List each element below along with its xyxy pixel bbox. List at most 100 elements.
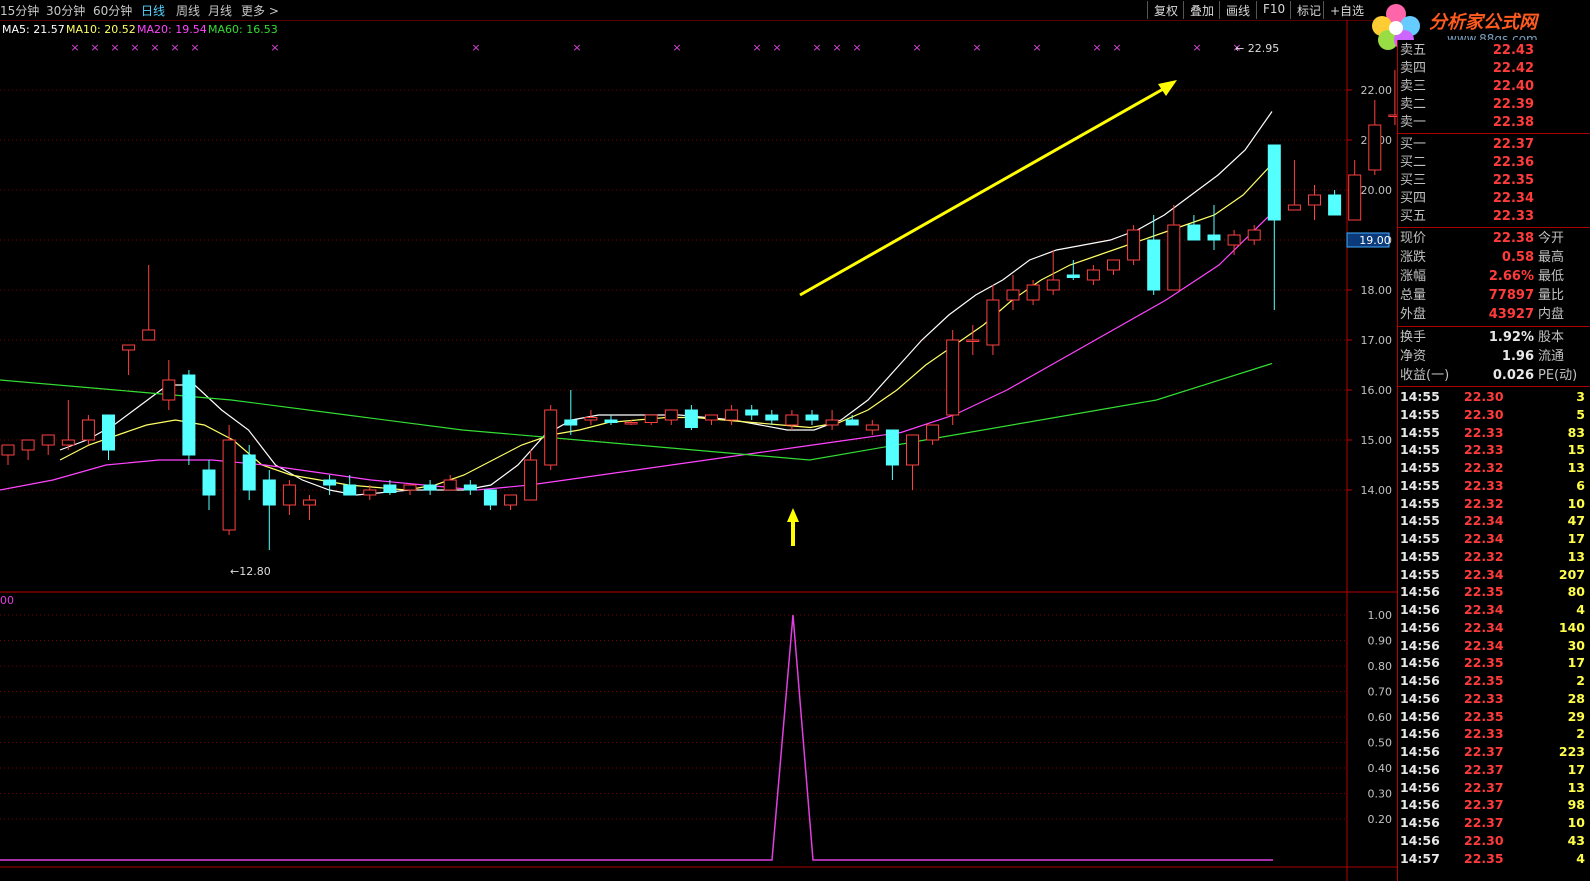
tick-time: 14:56: [1400, 744, 1440, 759]
candle-body: [303, 499, 316, 506]
period-tab-3[interactable]: 日线: [141, 2, 165, 19]
stat-label: 收益(一): [1400, 368, 1450, 383]
tick-volume: 43: [1567, 832, 1585, 848]
tick-price: 22.35: [1464, 584, 1504, 600]
tick-time: 14:56: [1400, 690, 1440, 706]
candle-body: [403, 484, 417, 491]
sub-y-tick-label: 0.80: [1368, 660, 1393, 673]
ask-label: 卖五: [1400, 43, 1427, 58]
toolbar-button-0[interactable]: 复权: [1147, 1, 1184, 19]
stat-value: 1.92%: [1488, 330, 1534, 345]
tick-price: 22.34: [1464, 513, 1504, 529]
toolbar-button-3[interactable]: F10: [1256, 1, 1291, 19]
tick-time: 14:56: [1400, 602, 1440, 617]
sub-y-tick-label: 0.30: [1368, 788, 1393, 801]
ask-price: 22.40: [1492, 79, 1534, 94]
candle-body: [1388, 114, 1397, 117]
bid-row: 买四 22.34: [1398, 190, 1590, 208]
bid-price: 22.34: [1492, 191, 1534, 206]
tick-row: 14:55 22.34 17: [1398, 530, 1590, 548]
ask-price: 22.42: [1492, 61, 1534, 76]
bid-row: 买五 22.33: [1398, 208, 1590, 226]
stat-label: 现价: [1400, 231, 1427, 246]
stat-row: 收益(一) 0.026 PE(动): [1398, 367, 1590, 385]
candle-body: [81, 419, 95, 441]
signal-marker: ×: [270, 41, 279, 54]
candle-body: [102, 414, 115, 451]
ma-legend-item: MA20: 19.54: [137, 23, 207, 36]
stat-label-2: 内盘: [1538, 307, 1565, 322]
period-tab-4[interactable]: 周线: [176, 2, 200, 19]
tick-row: 14:55 22.33 6: [1398, 477, 1590, 495]
bid-price: 22.37: [1492, 137, 1534, 152]
logo-name: 分析家公式网: [1429, 12, 1537, 33]
signal-marker: ×: [190, 41, 199, 54]
period-tab-0[interactable]: 15分钟: [0, 2, 39, 19]
bid-label: 买三: [1400, 173, 1427, 188]
candle-body: [1167, 224, 1181, 291]
toolbar-button-2[interactable]: 画线: [1219, 1, 1256, 19]
kline-chart[interactable]: 14.0015.0016.0017.0018.0019.0020.0021.00…: [0, 0, 1397, 881]
ask-price: 22.43: [1492, 43, 1534, 58]
tick-row: 14:56 22.34 4: [1398, 601, 1590, 619]
ask-row: 卖五 22.43: [1398, 42, 1590, 60]
signal-marker: ×: [572, 41, 581, 54]
candle-body: [1006, 289, 1020, 301]
candle-body: [504, 494, 517, 506]
candle-body: [262, 479, 276, 506]
candle-body: [363, 489, 377, 496]
stat-value: 0.58: [1501, 250, 1534, 265]
tick-price: 22.32: [1464, 495, 1504, 511]
tick-volume: 47: [1567, 513, 1585, 529]
toolbar-button-4[interactable]: 标记: [1290, 1, 1327, 19]
candle-body: [1147, 239, 1161, 291]
stat-row: 净资 1.96 流通: [1398, 348, 1590, 366]
ma-legend-item: MA10: 20.52: [66, 23, 136, 36]
ask-label: 卖三: [1400, 79, 1427, 94]
tick-time: 14:55: [1400, 442, 1440, 458]
tick-row: 14:56 22.37 10: [1398, 814, 1590, 832]
tick-time: 14:55: [1400, 513, 1440, 529]
bid-row: 买一 22.37: [1398, 136, 1590, 154]
period-tab-1[interactable]: 30分钟: [46, 2, 85, 19]
tick-row: 14:57 22.35 4: [1398, 850, 1590, 868]
tick-price: 22.34: [1464, 637, 1504, 653]
tick-time: 14:55: [1400, 406, 1440, 422]
tick-row: 14:56 22.37 98: [1398, 796, 1590, 814]
stat-value: 2.66%: [1488, 269, 1534, 284]
period-tab-2[interactable]: 60分钟: [93, 2, 132, 19]
y-tick-label: 17.00: [1361, 334, 1393, 347]
toolbar-button-1[interactable]: 叠加: [1183, 1, 1220, 19]
candle-body: [242, 454, 256, 491]
ask-price: 22.38: [1492, 115, 1534, 130]
tick-price: 22.35: [1464, 850, 1504, 866]
high-label: ← 22.95: [1235, 42, 1279, 55]
candle-body: [1247, 229, 1261, 241]
stat-value: 0.026: [1492, 368, 1534, 383]
tick-row: 14:56 22.37 17: [1398, 761, 1590, 779]
candle-body: [282, 484, 296, 506]
tick-price: 22.37: [1464, 744, 1504, 759]
toolbar-button-5[interactable]: +自选: [1323, 1, 1370, 19]
tick-row: 14:56 22.37 223: [1398, 743, 1590, 761]
candle-body: [1187, 224, 1201, 241]
period-tab-6[interactable]: 更多 >: [241, 2, 279, 19]
tick-time: 14:56: [1400, 726, 1440, 742]
candle-body: [463, 484, 477, 491]
signal-marker: ×: [672, 41, 681, 54]
stat-label: 换手: [1400, 330, 1427, 345]
y-tick-label: 16.00: [1361, 384, 1393, 397]
y-tick-label: 20.00: [1361, 184, 1393, 197]
candle-body: [604, 419, 618, 423]
stat-row: 涨跌 0.58 最高: [1398, 249, 1590, 267]
signal-marker: ×: [752, 41, 761, 54]
sub-y-tick-label: 0.40: [1368, 762, 1393, 775]
period-tab-5[interactable]: 月线: [208, 2, 232, 19]
signal-marker: ×: [1092, 41, 1101, 54]
ma-legend-item: MA60: 16.53: [208, 23, 278, 36]
stat-label: 涨跌: [1400, 250, 1427, 265]
tick-time: 14:56: [1400, 584, 1440, 600]
signal-marker: ×: [972, 41, 981, 54]
candle-body: [21, 439, 35, 451]
tick-price: 22.34: [1464, 619, 1504, 635]
